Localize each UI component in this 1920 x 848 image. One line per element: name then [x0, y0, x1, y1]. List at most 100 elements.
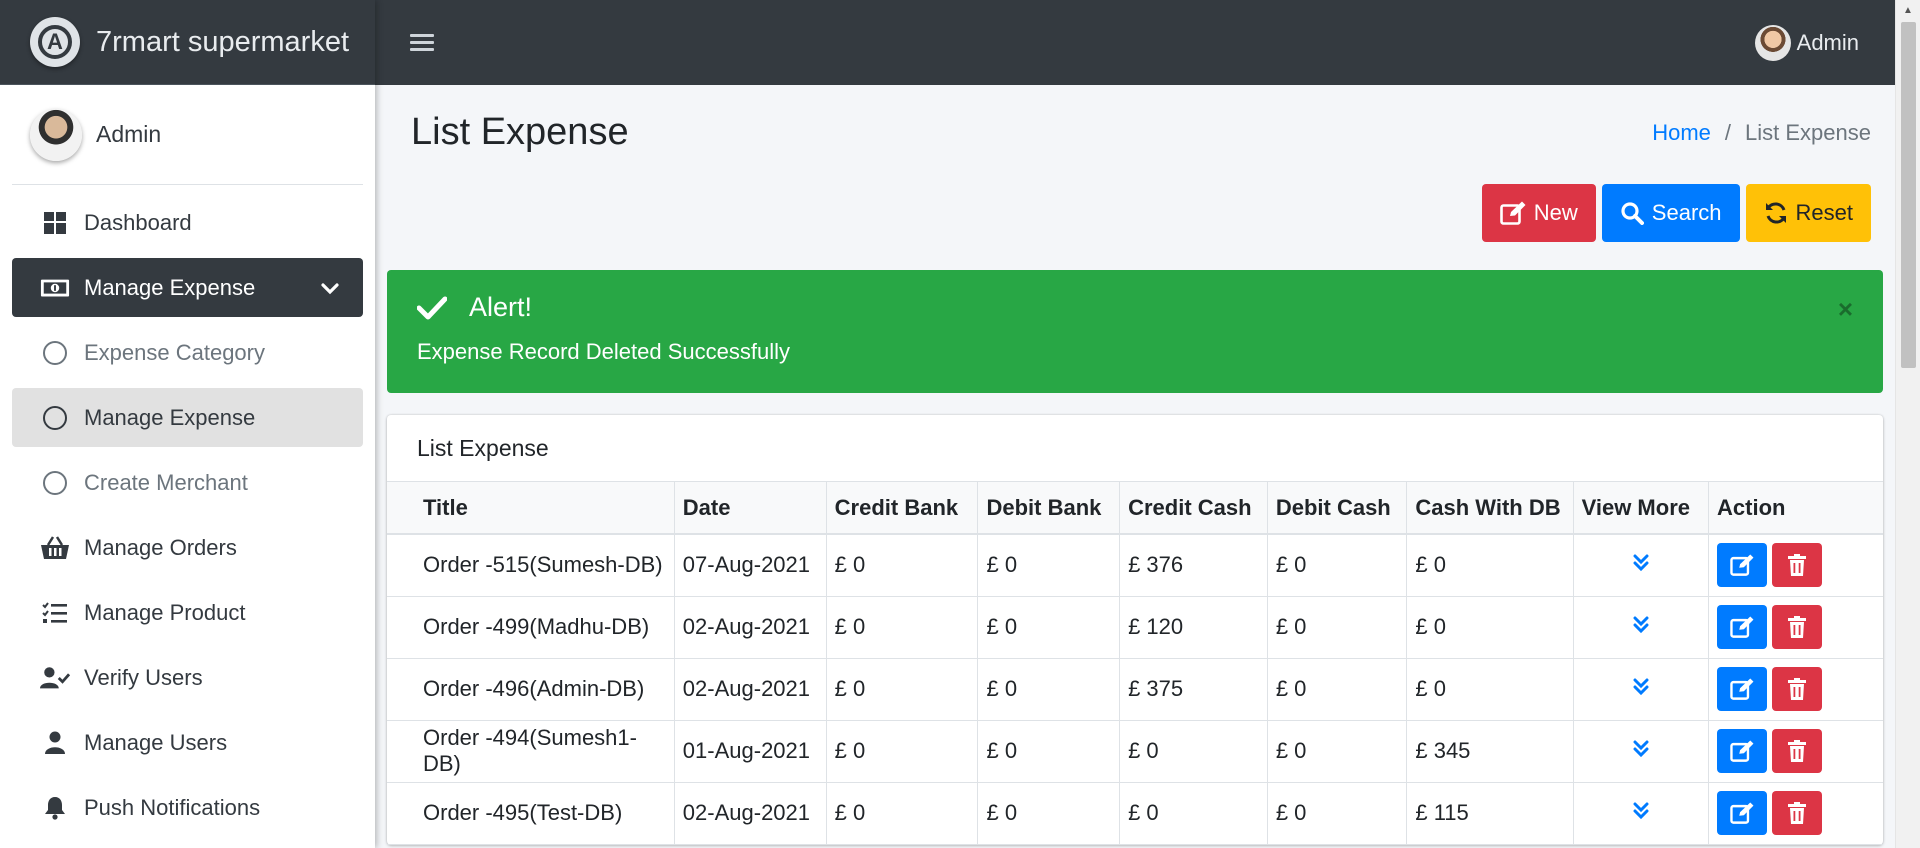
credit-cash-cell: £ 0 [1119, 720, 1268, 783]
view-more-chevron-icon[interactable] [1633, 552, 1649, 577]
top-user-menu[interactable]: Admin [1754, 24, 1859, 61]
trash-icon [1788, 554, 1807, 577]
credit-cash-cell: £ 120 [1119, 596, 1268, 659]
view-more-chevron-icon[interactable] [1633, 738, 1649, 763]
brand-logo: A [30, 17, 80, 67]
debit-cash-cell: £ 0 [1267, 720, 1408, 783]
cash-with-db-cell: £ 345 [1406, 720, 1574, 783]
new-button-label: New [1533, 200, 1578, 225]
edit-button[interactable] [1717, 543, 1768, 588]
avatar [30, 108, 82, 161]
chevron-down-icon [321, 275, 339, 301]
edit-button[interactable] [1717, 729, 1768, 773]
circle-icon [40, 470, 70, 495]
credit-bank-cell: £ 0 [826, 782, 979, 845]
search-button-label: Search [1651, 200, 1722, 225]
delete-button[interactable] [1772, 667, 1823, 711]
column-header: Debit Cash [1267, 482, 1408, 535]
bell-icon [40, 796, 70, 820]
edit-button[interactable] [1717, 791, 1768, 835]
delete-button[interactable] [1772, 605, 1823, 649]
view-more-chevron-icon[interactable] [1633, 800, 1649, 825]
user-check-icon [40, 666, 70, 690]
action-cell [1708, 720, 1883, 783]
sidebar-item-label: Push Notifications [84, 794, 261, 820]
new-button[interactable]: New [1481, 184, 1596, 242]
sidebar-item-dashboard[interactable]: Dashboard [12, 193, 363, 252]
avatar [1754, 24, 1791, 61]
debit-cash-cell: £ 0 [1267, 658, 1408, 721]
money-bill-icon [40, 277, 70, 299]
view-more-chevron-icon[interactable] [1633, 614, 1649, 639]
scroll-up-arrow-icon[interactable]: ▲ [1896, 0, 1920, 20]
action-cell [1708, 596, 1883, 659]
search-icon [1621, 202, 1644, 225]
sidebar-item-create-merchant[interactable]: Create Merchant [12, 453, 363, 512]
title-cell: Order -515(Sumesh-DB) [387, 534, 675, 597]
credit-cash-cell: £ 0 [1119, 782, 1268, 845]
trash-icon [1788, 740, 1807, 762]
table-header-row: Title Date Credit Bank Debit Bank Credit Cas… [387, 482, 1883, 535]
view-more-chevron-icon[interactable] [1633, 676, 1649, 701]
sidebar-item-label: Dashboard [84, 209, 192, 235]
sidebar-item-expense-category[interactable]: Expense Category [12, 323, 363, 382]
edit-icon [1730, 740, 1754, 762]
user-panel[interactable]: Admin [12, 85, 363, 185]
debit-cash-cell: £ 0 [1267, 534, 1408, 597]
table-body: Order -515(Sumesh-DB) 07-Aug-2021 £ 0 £ 0 £ … [387, 534, 1883, 845]
title-cell: Order -494(Sumesh1-DB) [387, 720, 675, 783]
reset-button-label: Reset [1795, 200, 1853, 225]
sidebar-item-manage-orders[interactable]: Manage Orders [12, 518, 363, 577]
brand-link[interactable]: A 7rmart supermarket [0, 0, 375, 85]
date-cell: 07-Aug-2021 [674, 534, 827, 597]
sidebar-item-manage-users[interactable]: Manage Users [12, 713, 363, 772]
credit-cash-cell: £ 376 [1119, 534, 1268, 597]
breadcrumb-home-link[interactable]: Home [1652, 120, 1711, 146]
trash-icon [1788, 678, 1807, 700]
sidebar-item-manage-product[interactable]: Manage Product [12, 583, 363, 642]
debit-bank-cell: £ 0 [977, 596, 1121, 659]
credit-cash-cell: £ 375 [1119, 658, 1268, 721]
table-row: Order -494(Sumesh1-DB) 01-Aug-2021 £ 0 £ 0 £… [387, 720, 1883, 783]
page-title: List Expense [411, 111, 629, 153]
top-navbar: Admin [375, 0, 1895, 85]
view-more-cell [1573, 782, 1710, 845]
column-header: Credit Cash [1119, 482, 1268, 535]
debit-bank-cell: £ 0 [977, 534, 1121, 597]
cash-with-db-cell: £ 0 [1406, 596, 1574, 659]
edit-button[interactable] [1717, 605, 1768, 649]
sidebar-item-verify-users[interactable]: Verify Users [12, 648, 363, 707]
page-scrollbar[interactable]: ▲ [1895, 0, 1920, 848]
column-header: Date [674, 482, 827, 535]
credit-bank-cell: £ 0 [826, 658, 979, 721]
title-cell: Order -495(Test-DB) [387, 782, 675, 845]
view-more-cell [1573, 658, 1710, 721]
debit-cash-cell: £ 0 [1267, 782, 1408, 845]
table-row: Order -515(Sumesh-DB) 07-Aug-2021 £ 0 £ 0 £ … [387, 534, 1883, 597]
edit-button[interactable] [1717, 667, 1768, 711]
main-content: List Expense Home / List Expense New Sea… [375, 85, 1895, 848]
date-cell: 01-Aug-2021 [674, 720, 827, 783]
sidebar-item-manage-expense-group[interactable]: Manage Expense [12, 258, 363, 317]
sidebar-item-push-notifications[interactable]: Push Notifications [12, 778, 363, 837]
column-header: Action [1708, 482, 1883, 535]
sync-icon [1765, 202, 1786, 224]
delete-button[interactable] [1772, 543, 1823, 588]
reset-button[interactable]: Reset [1745, 184, 1871, 242]
view-more-cell [1573, 596, 1710, 659]
cash-with-db-cell: £ 0 [1406, 534, 1574, 597]
search-button[interactable]: Search [1601, 184, 1740, 242]
credit-bank-cell: £ 0 [826, 720, 979, 783]
debit-bank-cell: £ 0 [977, 782, 1121, 845]
sidebar-item-label: Expense Category [84, 339, 265, 365]
scrollbar-thumb[interactable] [1901, 22, 1916, 368]
list-check-icon [40, 601, 70, 625]
cash-with-db-cell: £ 115 [1406, 782, 1574, 845]
delete-button[interactable] [1772, 791, 1823, 835]
hamburger-menu-icon[interactable] [410, 30, 434, 55]
delete-button[interactable] [1772, 729, 1823, 773]
sidebar: A 7rmart supermarket Admin Dashboard Man… [0, 0, 375, 848]
close-icon[interactable]: × [1838, 294, 1853, 325]
sidebar-item-manage-expense[interactable]: Manage Expense [12, 388, 363, 447]
edit-icon [1730, 678, 1754, 700]
